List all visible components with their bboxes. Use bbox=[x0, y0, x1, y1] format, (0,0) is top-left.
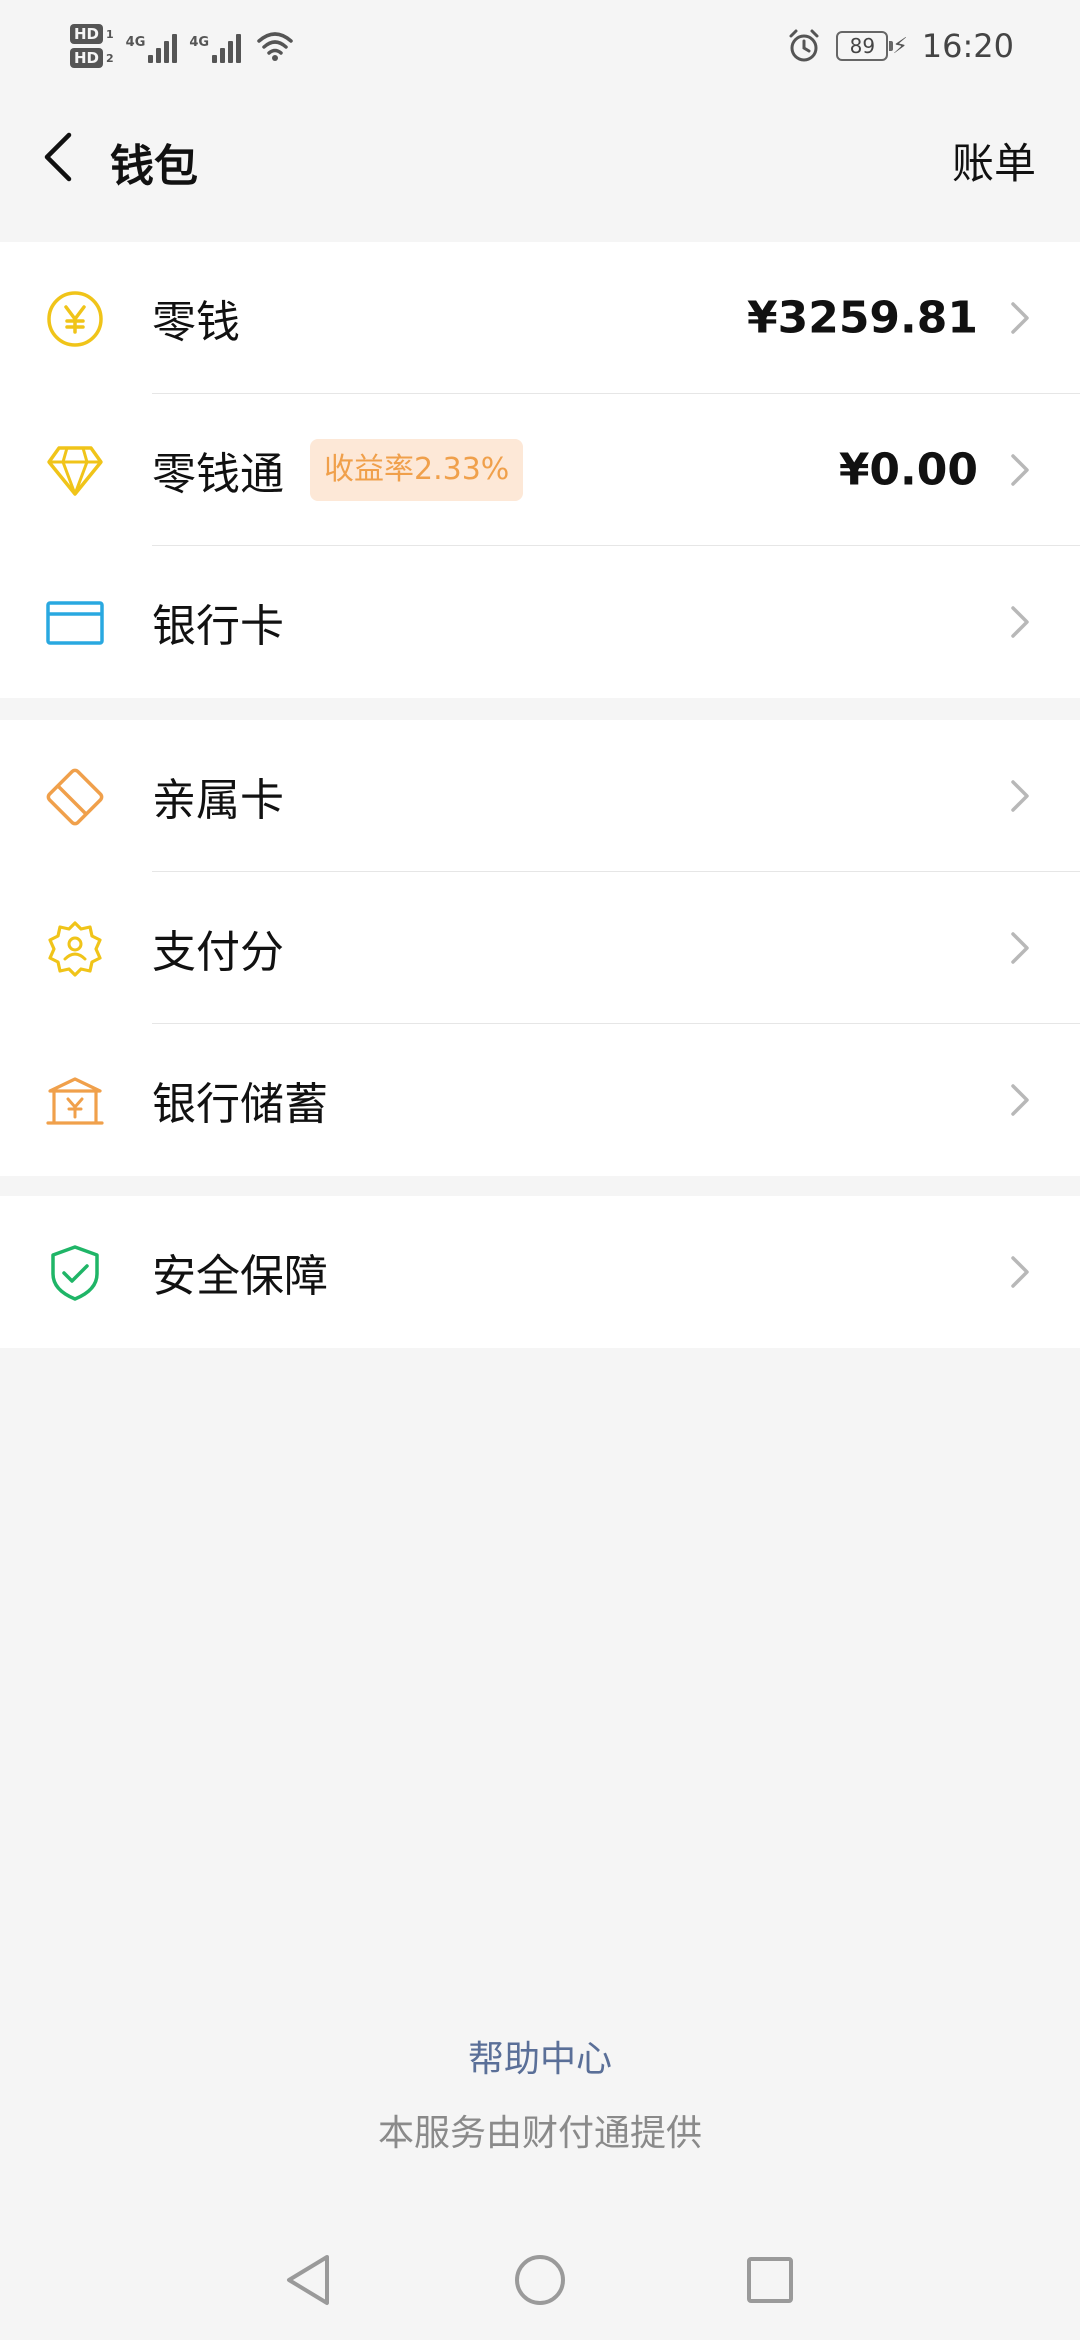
item-label: 亲属卡 bbox=[152, 775, 284, 826]
navigation-bar: 钱包 账单 bbox=[0, 92, 1080, 222]
bank-card-icon bbox=[44, 592, 106, 654]
alarm-clock-icon bbox=[789, 29, 819, 62]
yield-rate-badge: 收益率2.33% bbox=[310, 439, 524, 501]
signal-bars-icon bbox=[148, 29, 178, 63]
list-item-bank-card[interactable]: 银行卡 bbox=[0, 546, 1080, 698]
list-item-security[interactable]: 安全保障 bbox=[0, 1196, 1080, 1348]
list-item-change-pass[interactable]: 零钱通 收益率2.33% ¥0.00 bbox=[0, 394, 1080, 546]
system-recents-button[interactable] bbox=[740, 2250, 800, 2310]
hd-sim-number: 2 bbox=[106, 51, 114, 65]
signal-sim2: 4G bbox=[189, 29, 242, 63]
status-right: 89 ⚡ 16:20 bbox=[786, 22, 1014, 70]
hd-indicator-2: HD 2 bbox=[70, 48, 114, 68]
list-item-change[interactable]: 零钱 ¥3259.81 bbox=[0, 242, 1080, 394]
chevron-right-icon bbox=[1011, 932, 1029, 964]
wallet-section-balance: 零钱 ¥3259.81 零钱通 收益率2.33% ¥0.00 银行卡 bbox=[0, 242, 1080, 698]
yuan-coin-icon bbox=[44, 288, 106, 350]
signal-sim1: 4G bbox=[126, 29, 178, 63]
bill-button[interactable]: 账单 bbox=[952, 130, 1036, 191]
square-recents-icon bbox=[747, 2257, 793, 2303]
item-label: 零钱 bbox=[152, 297, 240, 348]
system-navigation-bar bbox=[0, 2220, 1080, 2340]
page-title: 钱包 bbox=[110, 141, 198, 192]
wifi-icon bbox=[257, 32, 293, 61]
battery-level: 89 bbox=[836, 31, 894, 61]
circle-home-icon bbox=[515, 2255, 565, 2305]
hd-label: HD bbox=[70, 24, 104, 44]
chevron-right-icon bbox=[1011, 454, 1029, 486]
item-label: 银行卡 bbox=[152, 601, 284, 652]
chevron-right-icon bbox=[1011, 780, 1029, 812]
chevron-right-icon bbox=[1011, 1084, 1029, 1116]
hd-sim-number: 1 bbox=[106, 27, 114, 41]
bank-savings-icon bbox=[44, 1070, 106, 1132]
item-label: 银行储蓄 bbox=[152, 1079, 328, 1130]
network-type-label: 4G bbox=[189, 35, 210, 50]
item-label: 支付分 bbox=[152, 927, 284, 978]
system-home-button[interactable] bbox=[510, 2250, 570, 2310]
status-left: HD 1 HD 2 4G 4G bbox=[70, 18, 295, 74]
chevron-right-icon bbox=[1011, 606, 1029, 638]
chevron-left-icon bbox=[44, 132, 72, 182]
system-back-button[interactable] bbox=[278, 2250, 338, 2310]
signal-bars-icon bbox=[212, 29, 242, 63]
wallet-section-services: 亲属卡 支付分 银行储蓄 bbox=[0, 720, 1080, 1176]
help-center-link[interactable]: 帮助中心 bbox=[0, 2030, 1080, 2082]
chevron-right-icon bbox=[1011, 302, 1029, 334]
list-item-bank-savings[interactable]: 银行储蓄 bbox=[0, 1024, 1080, 1176]
status-bar: HD 1 HD 2 4G 4G 89 ⚡ 16:20 bbox=[0, 0, 1080, 92]
diamond-icon bbox=[44, 440, 106, 502]
list-item-family-card[interactable]: 亲属卡 bbox=[0, 720, 1080, 872]
network-type-label: 4G bbox=[125, 35, 146, 50]
triangle-back-icon bbox=[287, 2255, 329, 2305]
item-value: ¥0.00 bbox=[838, 444, 978, 496]
service-provider-text: 本服务由财付通提供 bbox=[377, 2113, 702, 2154]
chevron-right-icon bbox=[1011, 1256, 1029, 1288]
item-label: 安全保障 bbox=[152, 1251, 328, 1302]
item-value: ¥3259.81 bbox=[746, 292, 978, 344]
hd-indicators: HD 1 HD 2 bbox=[70, 24, 114, 68]
family-card-icon bbox=[44, 766, 106, 828]
shield-check-icon bbox=[44, 1242, 106, 1304]
list-item-pay-score[interactable]: 支付分 bbox=[0, 872, 1080, 1024]
clock: 16:20 bbox=[921, 27, 1014, 65]
battery-indicator: 89 ⚡ bbox=[836, 31, 908, 61]
hd-label: HD bbox=[70, 48, 104, 68]
pay-score-icon bbox=[44, 918, 106, 980]
item-label: 零钱通 bbox=[152, 449, 284, 500]
charging-icon: ⚡ bbox=[892, 33, 908, 59]
hd-indicator-1: HD 1 bbox=[70, 24, 114, 44]
back-button[interactable] bbox=[28, 124, 88, 190]
wallet-section-security: 安全保障 bbox=[0, 1196, 1080, 1348]
